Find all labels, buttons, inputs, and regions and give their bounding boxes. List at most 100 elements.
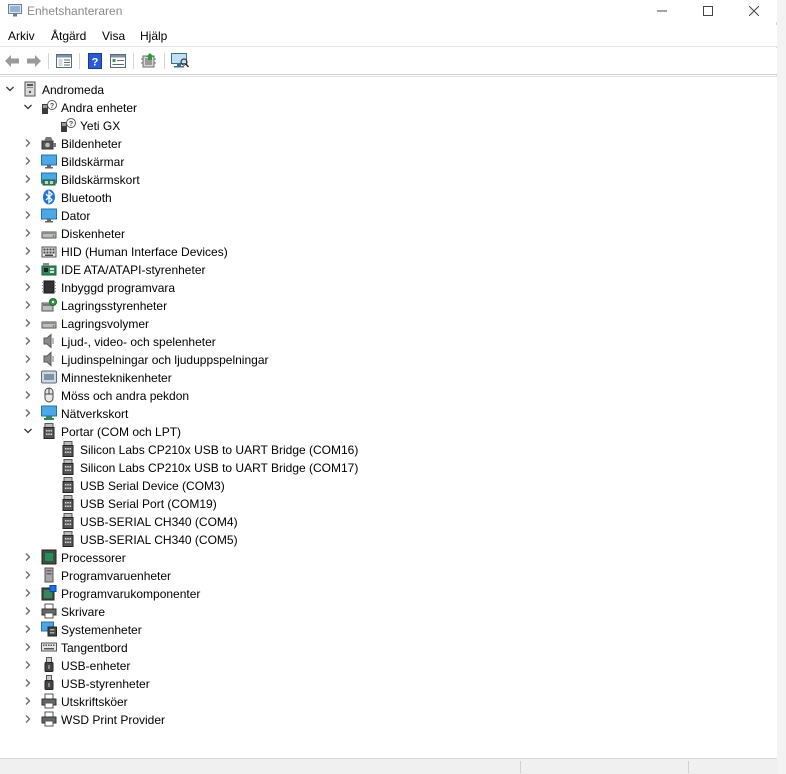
device-category[interactable]: USB-enheter xyxy=(0,656,760,674)
display-adapter-icon xyxy=(41,171,57,187)
device-tree[interactable]: Andromeda? Andra enheter? Yeti GX Bildenhet… xyxy=(0,76,777,758)
ide-controller-icon xyxy=(41,261,57,277)
device-category[interactable]: USB-styrenheter xyxy=(0,674,760,692)
chevron-right-icon[interactable] xyxy=(22,227,34,239)
device-category[interactable]: Programvarukomponenter xyxy=(0,584,760,602)
show-hide-console-tree-button[interactable] xyxy=(54,52,74,70)
chevron-right-icon[interactable] xyxy=(22,209,34,221)
forward-button[interactable] xyxy=(24,52,44,70)
chevron-right-icon[interactable] xyxy=(22,605,34,617)
device-category[interactable]: Bluetooth xyxy=(0,188,760,206)
chevron-right-icon[interactable] xyxy=(22,569,34,581)
device-category[interactable]: Möss och andra pekdon xyxy=(0,386,760,404)
device-category[interactable]: Bildskärmar xyxy=(0,152,760,170)
device-category[interactable]: Minnesteknikenheter xyxy=(0,368,760,386)
device-category[interactable]: Inbyggd programvara xyxy=(0,278,760,296)
chevron-right-icon[interactable] xyxy=(22,659,34,671)
minimize-button[interactable] xyxy=(639,0,685,22)
chevron-right-icon[interactable] xyxy=(22,587,34,599)
chevron-right-icon[interactable] xyxy=(22,407,34,419)
chevron-right-icon[interactable] xyxy=(22,155,34,167)
device-category[interactable]: Tangentbord xyxy=(0,638,760,656)
device-category[interactable]: Ljud-, video- och spelenheter xyxy=(0,332,760,350)
chevron-right-icon[interactable] xyxy=(22,623,34,635)
title-bar[interactable]: Enhetshanteraren xyxy=(0,0,777,22)
chevron-right-icon[interactable] xyxy=(22,371,34,383)
device-item[interactable]: USB Serial Device (COM3) xyxy=(0,476,760,494)
chevron-right-icon[interactable] xyxy=(22,695,34,707)
chevron-down-icon[interactable] xyxy=(22,101,34,113)
chevron-right-icon[interactable] xyxy=(22,677,34,689)
port-icon xyxy=(60,531,76,547)
chevron-right-icon[interactable] xyxy=(22,317,34,329)
chevron-right-icon[interactable] xyxy=(22,299,34,311)
device-item[interactable]: ? Yeti GX xyxy=(0,116,760,134)
chevron-right-icon[interactable] xyxy=(22,263,34,275)
device-category[interactable]: Bildskärmskort xyxy=(0,170,760,188)
update-driver-button[interactable] xyxy=(139,52,159,70)
chevron-right-icon[interactable] xyxy=(22,389,34,401)
device-category[interactable]: Bildenheter xyxy=(0,134,760,152)
chevron-right-icon[interactable] xyxy=(22,137,34,149)
storage-controller-icon xyxy=(41,297,57,313)
menu-arkiv[interactable]: Arkiv xyxy=(8,29,35,43)
menu-visa[interactable]: Visa xyxy=(102,29,125,43)
chevron-right-icon[interactable] xyxy=(22,245,34,257)
mouse-icon xyxy=(41,387,57,403)
device-category[interactable]: Lagringsvolymer xyxy=(0,314,760,332)
device-item[interactable]: Silicon Labs CP210x USB to UART Bridge (… xyxy=(0,440,760,458)
chevron-right-icon[interactable] xyxy=(22,641,34,653)
device-category[interactable]: Skrivare xyxy=(0,602,760,620)
tree-item-label: Ljudinspelningar och ljuduppspelningar xyxy=(61,353,269,367)
close-button[interactable] xyxy=(731,0,777,22)
device-category[interactable]: Systemenheter xyxy=(0,620,760,638)
device-category[interactable]: ? Andra enheter xyxy=(0,98,760,116)
chevron-down-icon[interactable] xyxy=(4,83,16,95)
printer-icon xyxy=(41,711,57,727)
chevron-right-icon[interactable] xyxy=(22,551,34,563)
device-category[interactable]: Lagringsstyrenheter xyxy=(0,296,760,314)
menu-atgard[interactable]: Åtgärd xyxy=(51,29,86,43)
chevron-right-icon[interactable] xyxy=(22,191,34,203)
maximize-button[interactable] xyxy=(685,0,731,22)
device-category[interactable]: IDE ATA/ATAPI-styrenheter xyxy=(0,260,760,278)
tree-item-label: Programvaruenheter xyxy=(61,569,172,583)
device-item[interactable]: Silicon Labs CP210x USB to UART Bridge (… xyxy=(0,458,760,476)
device-category[interactable]: Diskenheter xyxy=(0,224,760,242)
device-category[interactable]: Portar (COM och LPT) xyxy=(0,422,760,440)
device-category[interactable]: Programvaruenheter xyxy=(0,566,760,584)
scan-hardware-button[interactable] xyxy=(170,52,190,70)
device-item[interactable]: USB-SERIAL CH340 (COM5) xyxy=(0,530,760,548)
tree-item-label: Andra enheter xyxy=(61,101,138,115)
device-category[interactable]: Dator xyxy=(0,206,760,224)
tree-item-label: Dator xyxy=(61,209,91,223)
device-item[interactable]: USB-SERIAL CH340 (COM4) xyxy=(0,512,760,530)
device-category[interactable]: HID (Human Interface Devices) xyxy=(0,242,760,260)
device-category[interactable]: Utskriftsköer xyxy=(0,692,760,710)
device-category[interactable]: Processorer xyxy=(0,548,760,566)
chevron-right-icon[interactable] xyxy=(22,353,34,365)
device-category[interactable]: Nätverkskort xyxy=(0,404,760,422)
usb-icon xyxy=(41,675,57,691)
back-button[interactable] xyxy=(2,52,22,70)
properties-button[interactable] xyxy=(108,52,128,70)
menu-hjalp[interactable]: Hjälp xyxy=(140,29,167,43)
port-icon xyxy=(60,495,76,511)
port-icon xyxy=(60,477,76,493)
port-icon xyxy=(41,423,57,439)
chevron-down-icon[interactable] xyxy=(22,425,34,437)
chevron-right-icon[interactable] xyxy=(22,335,34,347)
maximize-icon xyxy=(703,6,713,16)
toolbar-separator xyxy=(48,53,49,69)
device-category[interactable]: Ljudinspelningar och ljuduppspelningar xyxy=(0,350,760,368)
chevron-right-icon[interactable] xyxy=(22,713,34,725)
chevron-right-icon[interactable] xyxy=(22,281,34,293)
console-tree-icon xyxy=(56,54,72,68)
chevron-right-icon[interactable] xyxy=(22,173,34,185)
tree-root[interactable]: Andromeda xyxy=(0,80,760,98)
help-button[interactable]: ? xyxy=(85,52,105,70)
device-item[interactable]: USB Serial Port (COM19) xyxy=(0,494,760,512)
tree-item-label: HID (Human Interface Devices) xyxy=(61,245,228,259)
status-bar xyxy=(0,758,777,774)
device-category[interactable]: WSD Print Provider xyxy=(0,710,760,728)
